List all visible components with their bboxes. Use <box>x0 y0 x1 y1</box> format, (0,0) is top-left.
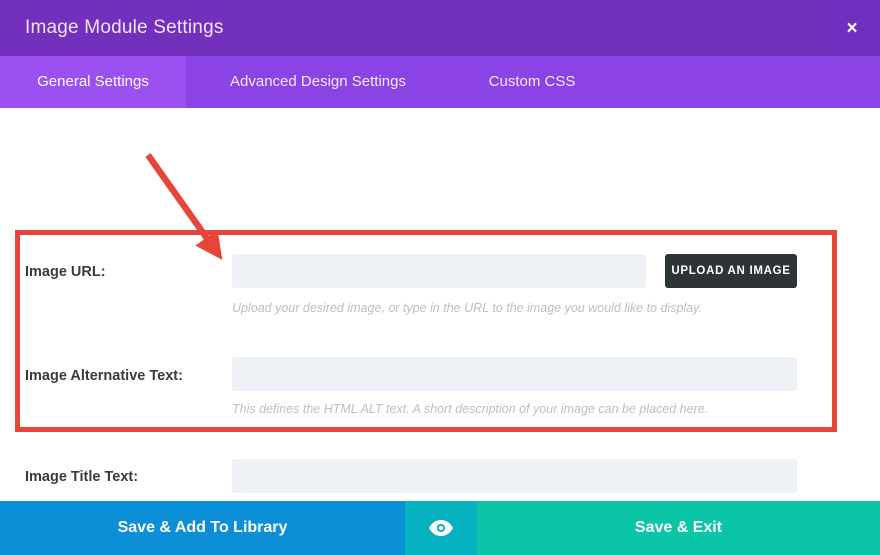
dialog-footer: Save & Add To Library Save & Exit <box>0 501 880 555</box>
close-icon[interactable]: × <box>824 0 880 56</box>
label-image-url: Image URL: <box>25 264 106 280</box>
label-image-alternative-text: Image Alternative Text: <box>25 368 183 384</box>
image-url-input[interactable] <box>232 254 646 288</box>
upload-an-image-button[interactable]: UPLOAD AN IMAGE <box>665 254 797 288</box>
tab-general-settings[interactable]: General Settings <box>0 56 186 108</box>
tab-advanced-design-settings[interactable]: Advanced Design Settings <box>186 56 450 108</box>
save-add-to-library-button[interactable]: Save & Add To Library <box>0 501 405 555</box>
dialog-titlebar: Image Module Settings × <box>0 0 880 56</box>
image-title-text-input[interactable] <box>232 459 797 493</box>
settings-body: Image URL: UPLOAD AN IMAGE Upload your d… <box>0 108 880 501</box>
help-image-alternative-text: This defines the HTML ALT text. A short … <box>232 402 708 416</box>
page-title: Image Module Settings <box>25 0 224 56</box>
label-image-title-text: Image Title Text: <box>25 469 138 485</box>
tab-custom-css[interactable]: Custom CSS <box>450 56 614 108</box>
image-alternative-text-input[interactable] <box>232 357 797 391</box>
preview-button[interactable] <box>405 501 477 555</box>
tab-bar: General Settings Advanced Design Setting… <box>0 56 880 108</box>
eye-icon <box>428 519 454 537</box>
save-and-exit-button[interactable]: Save & Exit <box>477 501 880 555</box>
help-image-url: Upload your desired image, or type in th… <box>232 301 702 315</box>
image-module-settings-dialog: Image Module Settings × General Settings… <box>0 0 880 555</box>
